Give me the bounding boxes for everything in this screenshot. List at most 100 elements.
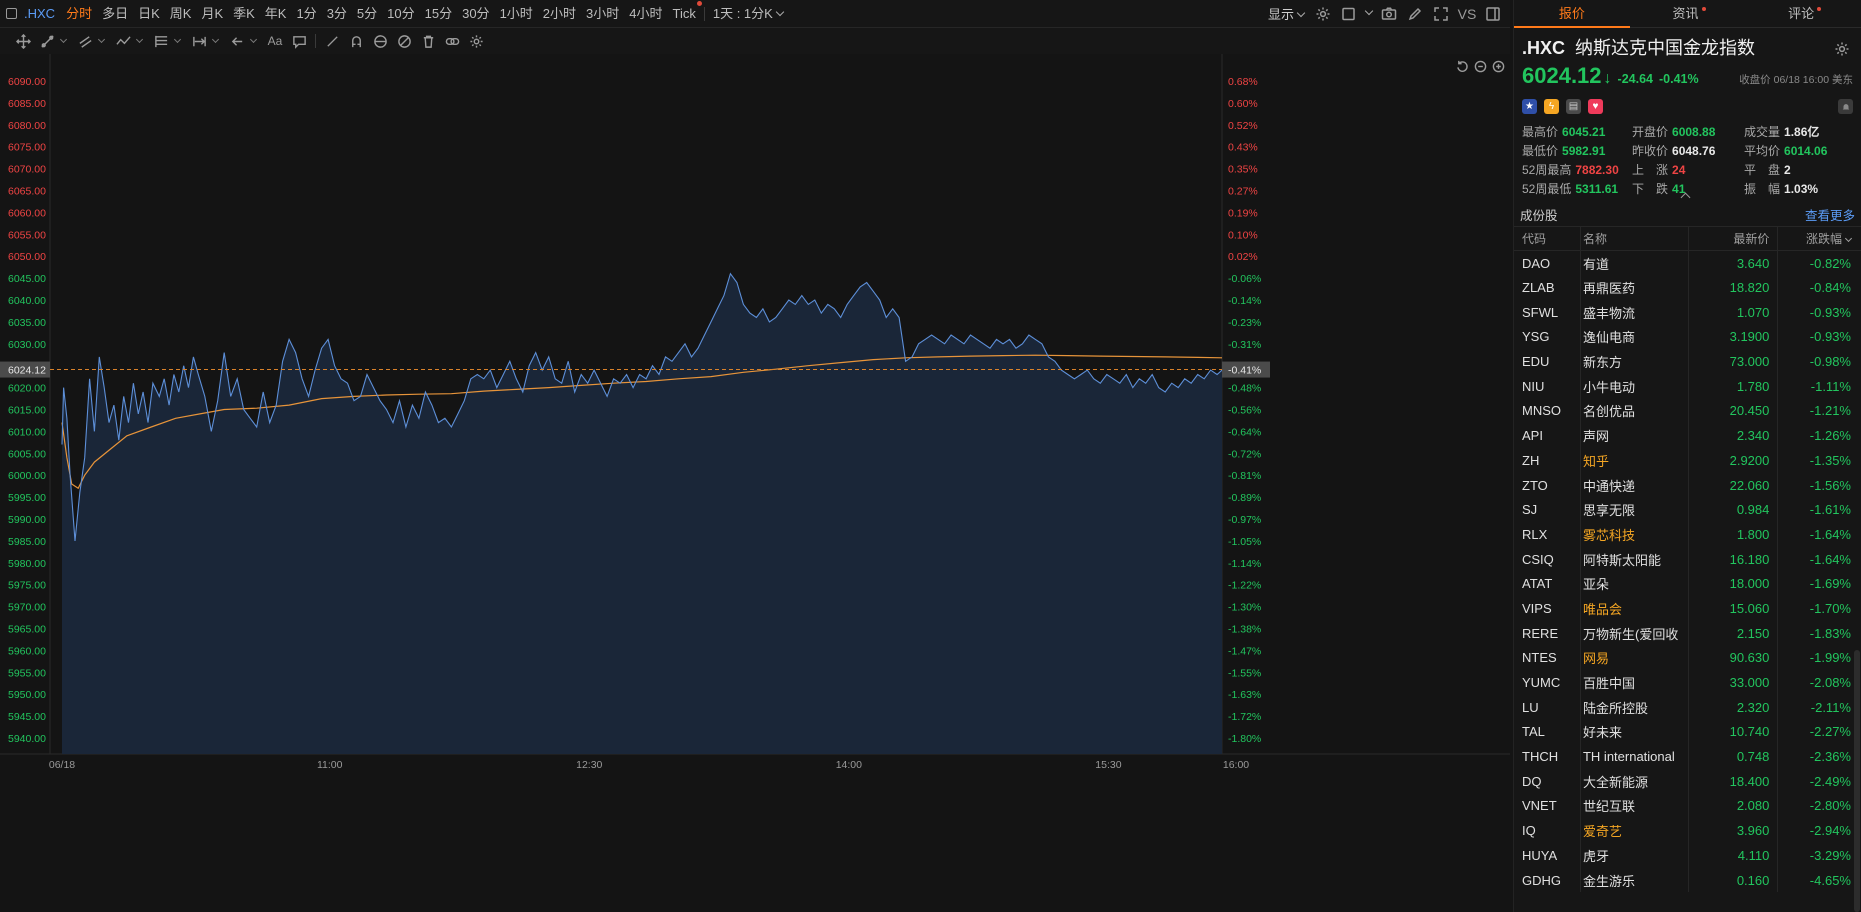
layout-icon[interactable] — [1338, 3, 1360, 25]
table-row[interactable]: IQ 爱奇艺 3.960 -2.94% — [1514, 818, 1861, 843]
lightning-icon[interactable]: ϟ — [1544, 99, 1559, 114]
column-header[interactable]: 涨跌幅 — [1777, 226, 1861, 251]
camera-icon[interactable] — [1378, 3, 1400, 25]
link-icon[interactable] — [441, 30, 463, 52]
period-tab[interactable]: 分时 — [61, 0, 97, 28]
chevron-down-icon[interactable] — [1364, 3, 1374, 25]
settings-icon[interactable] — [1831, 38, 1853, 60]
table-row[interactable]: DAO 有道 3.640 -0.82% — [1514, 250, 1861, 276]
panel-tab[interactable]: 资讯 — [1630, 0, 1746, 27]
table-row[interactable]: MNSO 名创优品 20.450 -1.21% — [1514, 398, 1861, 424]
settings-icon[interactable] — [465, 30, 487, 52]
table-row[interactable]: CSIQ 阿特斯太阳能 16.180 -1.64% — [1514, 546, 1861, 572]
table-row[interactable]: VNET 世纪互联 2.080 -2.80% — [1514, 793, 1861, 819]
see-more-link[interactable]: 查看更多 — [1805, 205, 1855, 224]
period-tab[interactable]: 2小时 — [538, 0, 581, 28]
table-row[interactable]: GDHG 金生游乐 0.160 -4.65% — [1514, 867, 1861, 893]
channel-icon[interactable] — [74, 30, 96, 52]
period-tab[interactable]: Tick — [668, 0, 703, 28]
table-row[interactable]: RERE 万物新生(爱回收 2.150 -1.83% — [1514, 620, 1861, 646]
intraday-chart[interactable]: 6090.00 0.68% 6085.00 0.60% 6080.00 0.52% 6075… — [0, 54, 1510, 912]
column-header: 代码 — [1514, 226, 1581, 251]
chevron-down-icon[interactable] — [249, 35, 258, 44]
magnet-icon[interactable] — [345, 30, 367, 52]
heart-icon[interactable]: ♥ — [1588, 99, 1603, 114]
table-row[interactable]: NIU 小牛电动 1.780 -1.11% — [1514, 373, 1861, 399]
table-row[interactable]: RLX 雾芯科技 1.800 -1.64% — [1514, 522, 1861, 547]
table-row[interactable]: SJ 思享无限 0.984 -1.61% — [1514, 497, 1861, 523]
table-row[interactable]: YSG 逸仙电商 3.1900 -0.93% — [1514, 324, 1861, 350]
range-select[interactable]: 1天 : 1分K — [708, 0, 788, 28]
table-row[interactable]: TAL 好未来 10.740 -2.27% — [1514, 719, 1861, 745]
compare-vs-icon[interactable]: VS — [1456, 3, 1478, 25]
pattern-icon[interactable] — [112, 30, 134, 52]
period-tab[interactable]: 周K — [165, 0, 197, 28]
zoom-in-icon[interactable] — [1490, 58, 1506, 74]
panel-tab[interactable]: 评论 — [1745, 0, 1861, 27]
period-tab[interactable]: 多日 — [97, 0, 133, 28]
chevron-down-icon[interactable] — [97, 35, 106, 44]
hide-icon[interactable] — [393, 30, 415, 52]
period-tab[interactable]: 年K — [260, 0, 292, 28]
sidebar-toggle-icon[interactable] — [0, 0, 22, 28]
table-row[interactable]: THCH TH international 0.748 -2.36% — [1514, 744, 1861, 769]
table-row[interactable]: LU 陆金所控股 2.320 -2.11% — [1514, 694, 1861, 720]
table-row[interactable]: NTES 网易 90.630 -1.99% — [1514, 645, 1861, 671]
symbol-label[interactable]: .HXC — [22, 6, 61, 21]
display-menu[interactable]: 显示 — [1268, 4, 1306, 23]
period-tab[interactable]: 月K — [196, 0, 228, 28]
arrow-down-icon: ↓ — [1603, 70, 1612, 87]
table-row[interactable]: EDU 新东方 73.000 -0.98% — [1514, 349, 1861, 374]
draw-pen-icon[interactable] — [1404, 3, 1426, 25]
document-icon[interactable]: ▤ — [1566, 99, 1581, 114]
reset-icon[interactable] — [1454, 58, 1470, 74]
stat-item: 最高价 6045.21 — [1522, 123, 1632, 140]
chevron-down-icon[interactable] — [173, 35, 182, 44]
table-row[interactable]: YUMC 百胜中国 33.000 -2.08% — [1514, 670, 1861, 695]
chevron-down-icon[interactable] — [59, 35, 68, 44]
zoom-out-icon[interactable] — [1472, 58, 1488, 74]
table-row[interactable]: API 声网 2.340 -1.26% — [1514, 423, 1861, 448]
index-name: 纳斯达克中国金龙指数 — [1575, 38, 1756, 58]
period-tab[interactable]: 30分 — [457, 0, 494, 28]
scrollbar[interactable] — [1854, 650, 1860, 912]
period-tab[interactable]: 10分 — [382, 0, 419, 28]
comment-icon[interactable] — [288, 30, 310, 52]
panel-toggle-icon[interactable] — [1482, 3, 1504, 25]
table-row[interactable]: SFWL 盛丰物流 1.070 -0.93% — [1514, 299, 1861, 325]
period-tab[interactable]: 4小时 — [624, 0, 667, 28]
period-tab[interactable]: 1分 — [291, 0, 321, 28]
crosshair-icon[interactable] — [12, 30, 34, 52]
table-row[interactable]: HUYA 虎牙 4.110 -3.29% — [1514, 843, 1861, 868]
fullscreen-icon[interactable] — [1430, 3, 1452, 25]
period-tab[interactable]: 日K — [133, 0, 165, 28]
table-row[interactable]: ATAT 亚朵 18.000 -1.69% — [1514, 571, 1861, 597]
table-row[interactable]: VIPS 唯品会 15.060 -1.70% — [1514, 596, 1861, 621]
period-tab[interactable]: 5分 — [352, 0, 382, 28]
table-row[interactable]: ZTO 中通快递 22.060 -1.56% — [1514, 472, 1861, 498]
period-tab[interactable]: 3分 — [322, 0, 352, 28]
measure-icon[interactable] — [188, 30, 210, 52]
arrow-icon[interactable] — [226, 30, 248, 52]
settings-icon[interactable] — [1312, 3, 1334, 25]
text-icon[interactable]: Aa — [264, 30, 286, 52]
table-row[interactable]: ZH 知乎 2.9200 -1.35% — [1514, 448, 1861, 473]
trend-line-icon[interactable] — [36, 30, 58, 52]
ruler-icon[interactable] — [321, 30, 343, 52]
panel-tab[interactable]: 报价 — [1514, 0, 1630, 28]
eye-icon[interactable] — [369, 30, 391, 52]
period-tab[interactable]: 季K — [228, 0, 260, 28]
chevron-down-icon[interactable] — [211, 35, 220, 44]
bell-icon[interactable] — [1838, 99, 1853, 114]
chart-canvas[interactable]: 6090.00 0.68% 6085.00 0.60% 6080.00 0.52% 6075… — [0, 54, 1510, 912]
table-row[interactable]: ZLAB 再鼎医药 18.820 -0.84% — [1514, 275, 1861, 300]
table-row[interactable]: DQ 大全新能源 18.400 -2.49% — [1514, 768, 1861, 794]
period-tab[interactable]: 1小时 — [495, 0, 538, 28]
period-tab[interactable]: 3小时 — [581, 0, 624, 28]
trash-icon[interactable] — [417, 30, 439, 52]
sort-chevron-icon[interactable] — [1844, 234, 1853, 243]
chevron-down-icon[interactable] — [135, 35, 144, 44]
fibonacci-icon[interactable] — [150, 30, 172, 52]
period-tab[interactable]: 15分 — [420, 0, 457, 28]
y-tick-label: 6085.00 — [8, 98, 46, 110]
